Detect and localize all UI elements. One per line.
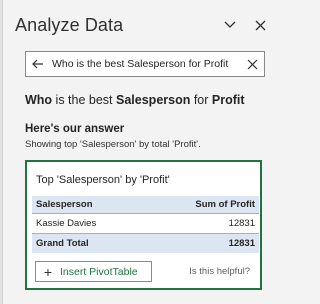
question-part: Profit xyxy=(211,93,245,107)
pane-title: Analyze Data xyxy=(15,14,124,35)
table-cell: 12831 xyxy=(228,218,255,229)
search-input[interactable] xyxy=(50,53,240,75)
search-box xyxy=(25,51,265,77)
pane-left-edge xyxy=(0,0,3,304)
pane-header: Analyze Data xyxy=(15,12,270,38)
table-cell: Grand Total xyxy=(32,233,146,253)
header-actions xyxy=(220,15,270,35)
question-part: for xyxy=(190,93,212,107)
grand-total-row: Grand Total 12831 xyxy=(32,233,259,253)
insert-pivottable-button[interactable]: + Insert PivotTable xyxy=(35,261,152,282)
question-part: is the best xyxy=(52,93,117,107)
chevron-down-icon[interactable] xyxy=(220,15,240,35)
column-header: Sum of Profit xyxy=(145,196,259,214)
insert-pivottable-label: Insert PivotTable xyxy=(60,265,138,278)
pivot-table-preview: Salesperson Sum of Profit Kassie Davies … xyxy=(32,196,259,253)
table-row: Kassie Davies 12831 xyxy=(32,214,259,234)
clear-search-icon[interactable] xyxy=(240,52,264,76)
answer-heading: Here's our answer xyxy=(25,123,125,135)
table-cell: 12831 xyxy=(145,233,259,253)
column-header: Salesperson xyxy=(32,196,146,214)
question-part: Who xyxy=(25,93,53,107)
analyze-data-pane: Analyze Data Who is the best Salesperson… xyxy=(0,0,280,304)
answer-card[interactable]: Top 'Salesperson' by 'Profit' Salesperso… xyxy=(25,160,262,290)
table-cell: Kassie Davies xyxy=(36,218,97,229)
card-title: Top 'Salesperson' by 'Profit' xyxy=(36,174,170,186)
back-arrow-icon[interactable] xyxy=(26,52,50,76)
question-text: Who is the best Salesperson for Profit xyxy=(25,93,270,107)
question-part: Salesperson xyxy=(116,93,191,107)
plus-icon: + xyxy=(43,263,53,280)
close-icon[interactable] xyxy=(250,15,270,35)
feedback-link[interactable]: Is this helpful? xyxy=(189,266,250,277)
table-header-row: Salesperson Sum of Profit xyxy=(32,196,259,214)
answer-subtext: Showing top 'Salesperson' by total 'Prof… xyxy=(25,139,201,150)
